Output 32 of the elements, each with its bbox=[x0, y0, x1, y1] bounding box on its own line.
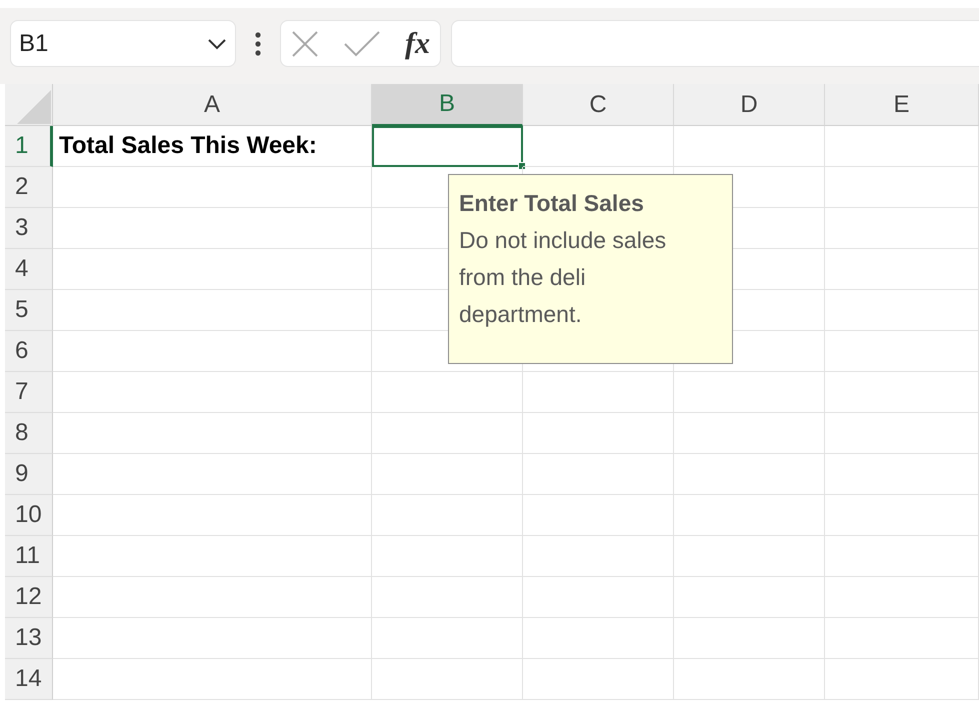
table-cell[interactable] bbox=[372, 126, 523, 167]
row-header[interactable]: 10 bbox=[5, 495, 53, 536]
insert-function-button[interactable]: fx bbox=[405, 21, 430, 66]
row-header[interactable]: 7 bbox=[5, 372, 53, 413]
tooltip-message: Do not include sales from the deli department. bbox=[459, 226, 668, 329]
check-icon[interactable] bbox=[344, 30, 380, 56]
name-box[interactable]: B1 bbox=[10, 20, 236, 67]
cancel-icon[interactable] bbox=[291, 30, 319, 58]
row-header[interactable]: 13 bbox=[5, 618, 53, 659]
row-header[interactable]: 5 bbox=[5, 290, 53, 331]
tooltip-title: Enter Total Sales bbox=[459, 189, 645, 218]
row-header[interactable]: 6 bbox=[5, 331, 53, 372]
row-header[interactable]: 11 bbox=[5, 536, 53, 577]
select-all-icon[interactable] bbox=[17, 90, 51, 124]
column-header[interactable]: C bbox=[523, 84, 674, 126]
row-header[interactable]: 12 bbox=[5, 577, 53, 618]
row-header[interactable]: 4 bbox=[5, 249, 53, 290]
fill-handle[interactable] bbox=[518, 162, 526, 170]
row-header[interactable]: 3 bbox=[5, 208, 53, 249]
column-header[interactable]: E bbox=[825, 84, 979, 126]
more-options-icon[interactable] bbox=[255, 32, 261, 56]
row-header[interactable]: 8 bbox=[5, 413, 53, 454]
row-header[interactable]: 2 bbox=[5, 167, 53, 208]
column-header[interactable]: D bbox=[674, 84, 825, 126]
table-cell[interactable]: Total Sales This Week: bbox=[53, 126, 372, 167]
column-header[interactable]: B bbox=[372, 84, 523, 126]
column-header[interactable]: A bbox=[53, 84, 372, 126]
row-header[interactable]: 14 bbox=[5, 659, 53, 700]
row-header[interactable]: 1 bbox=[5, 126, 53, 167]
chevron-down-icon bbox=[207, 38, 227, 50]
row-header[interactable]: 9 bbox=[5, 454, 53, 495]
formula-field[interactable] bbox=[451, 20, 979, 67]
